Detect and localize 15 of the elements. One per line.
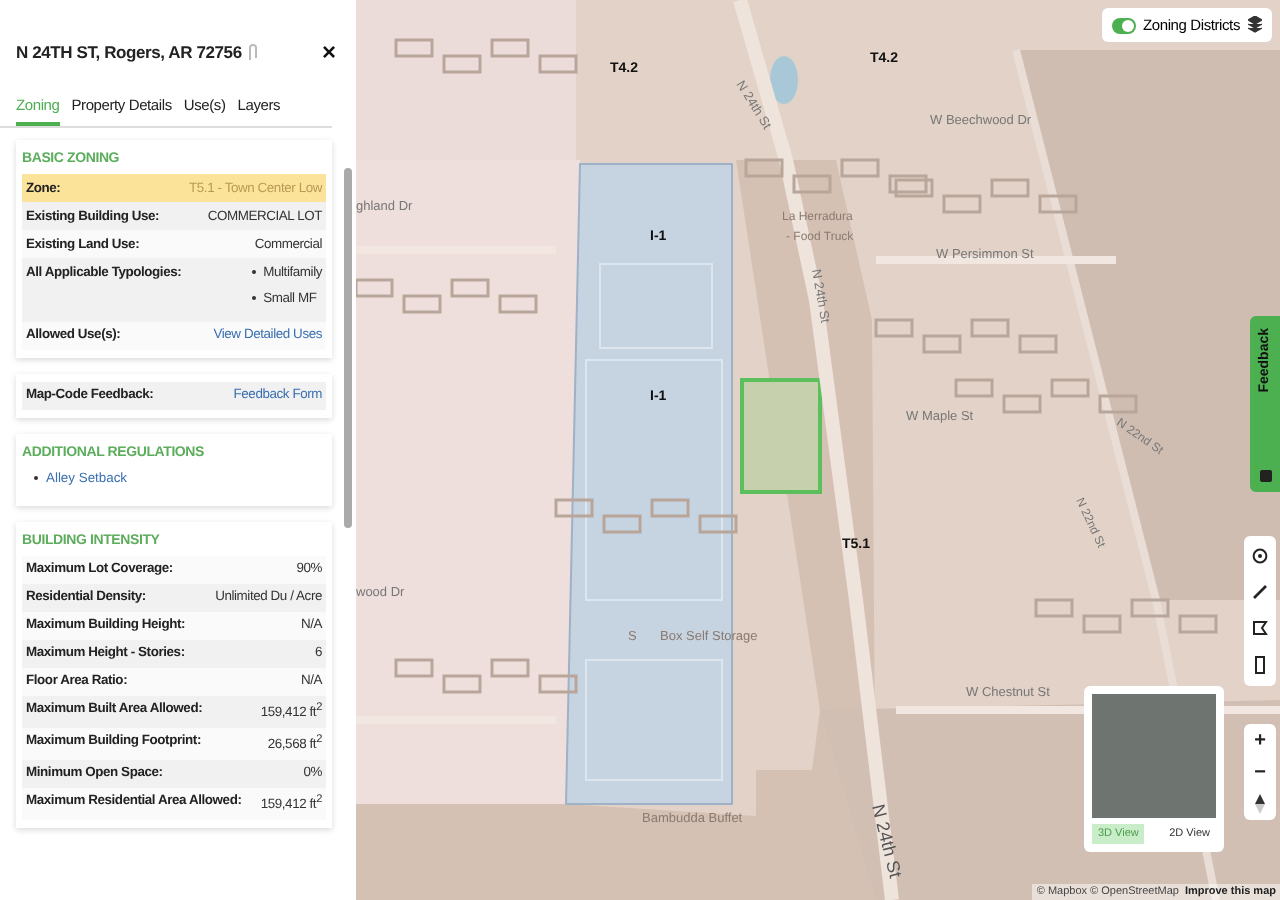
toggle-switch[interactable] <box>1111 17 1136 33</box>
compass-icon[interactable] <box>1254 794 1266 814</box>
line-icon[interactable] <box>1252 584 1268 600</box>
polygon-icon[interactable] <box>1252 620 1268 636</box>
zoom-out-button[interactable]: − <box>1254 762 1266 786</box>
ruler-icon[interactable] <box>1252 656 1268 674</box>
close-button[interactable]: × <box>321 38 336 66</box>
paperclip-icon[interactable] <box>245 43 260 61</box>
map-label: N 24th St <box>868 802 906 880</box>
zoom-in-button[interactable]: + <box>1254 730 1266 754</box>
message-icon <box>1259 470 1271 482</box>
satellite-photo-placeholder <box>1092 694 1216 818</box>
panel-title: N 24TH ST, Rogers, AR 72756 <box>16 42 242 62</box>
layers-icon <box>1248 16 1262 34</box>
locate-icon[interactable] <box>1252 548 1268 564</box>
